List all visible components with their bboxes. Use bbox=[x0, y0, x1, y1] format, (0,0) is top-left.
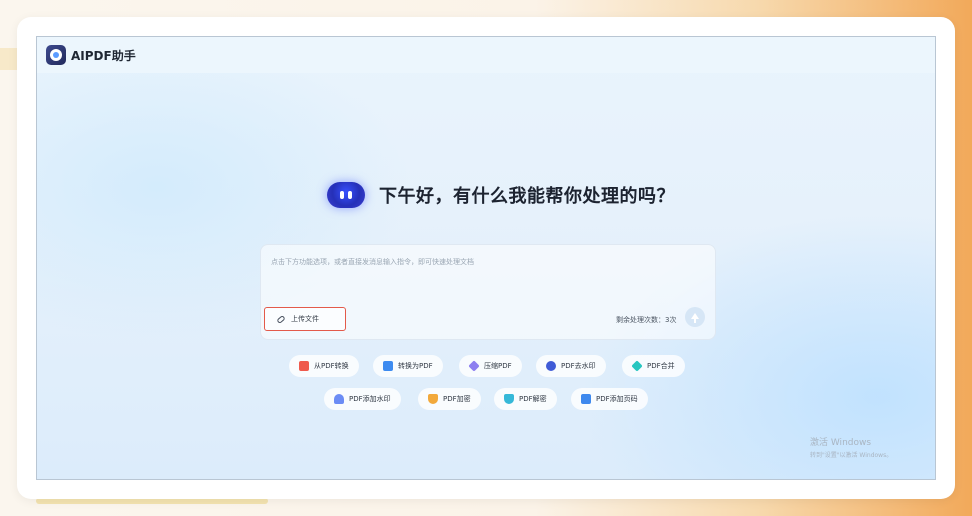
add-page-number-icon bbox=[581, 394, 591, 404]
action-label: PDF添加水印 bbox=[349, 395, 391, 403]
action-pdf-convert-from[interactable]: 从PDF转换 bbox=[289, 355, 359, 377]
action-remove-watermark[interactable]: PDF去水印 bbox=[536, 355, 606, 377]
chat-input-box[interactable]: 点击下方功能选项，或者直接发消息输入指令，即可快速处理文档 上传文件 剩余处理次… bbox=[260, 244, 716, 340]
bot-icon bbox=[327, 182, 365, 208]
action-encrypt-pdf[interactable]: PDF加密 bbox=[418, 388, 481, 410]
pdf-convert-from-icon bbox=[299, 361, 309, 371]
watermark-line2: 转到"设置"以激活 Windows。 bbox=[810, 452, 893, 459]
action-label: PDF添加页码 bbox=[596, 395, 638, 403]
action-label: PDF加密 bbox=[443, 395, 471, 403]
greeting-text: 下午好，有什么我能帮你处理的吗？ bbox=[379, 186, 675, 207]
paperclip-icon bbox=[276, 314, 286, 324]
action-label: PDF合并 bbox=[647, 362, 675, 370]
upload-file-label: 上传文件 bbox=[291, 315, 319, 323]
arrow-up-icon bbox=[691, 313, 699, 323]
action-label: 压缩PDF bbox=[484, 362, 512, 370]
encrypt-pdf-icon bbox=[428, 394, 438, 404]
action-label: 从PDF转换 bbox=[314, 362, 349, 370]
title-bar: AIPDF助手 bbox=[37, 37, 935, 73]
compress-pdf-icon bbox=[468, 360, 480, 372]
remove-watermark-icon bbox=[546, 361, 556, 371]
greeting-row: 下午好，有什么我能帮你处理的吗？ bbox=[327, 182, 675, 208]
aipdf-logo-icon bbox=[46, 45, 66, 65]
watermark-line1: 激活 Windows bbox=[810, 438, 872, 448]
upload-file-button[interactable]: 上传文件 bbox=[264, 307, 346, 331]
action-convert-to-pdf[interactable]: 转换为PDF bbox=[373, 355, 443, 377]
action-add-page-number[interactable]: PDF添加页码 bbox=[571, 388, 648, 410]
app-title: AIPDF助手 bbox=[71, 48, 136, 63]
add-watermark-icon bbox=[334, 394, 344, 404]
windows-activation-watermark: 激活 Windows 转到"设置"以激活 Windows。 bbox=[810, 435, 892, 459]
action-add-watermark[interactable]: PDF添加水印 bbox=[324, 388, 401, 410]
convert-to-pdf-icon bbox=[383, 361, 393, 371]
action-merge-pdf[interactable]: PDF合并 bbox=[622, 355, 685, 377]
action-label: PDF解密 bbox=[519, 395, 547, 403]
action-label: PDF去水印 bbox=[561, 362, 596, 370]
action-compress-pdf[interactable]: 压缩PDF bbox=[459, 355, 522, 377]
chat-input-placeholder[interactable]: 点击下方功能选项，或者直接发消息输入指令，即可快速处理文档 bbox=[271, 257, 474, 267]
send-button[interactable] bbox=[685, 307, 705, 327]
decrypt-pdf-icon bbox=[504, 394, 514, 404]
action-label: 转换为PDF bbox=[398, 362, 433, 370]
action-decrypt-pdf[interactable]: PDF解密 bbox=[494, 388, 557, 410]
merge-pdf-icon bbox=[631, 360, 643, 372]
remaining-count: 剩余处理次数：3次 bbox=[616, 316, 677, 324]
app-window: AIPDF助手 下午好，有什么我能帮你处理的吗？ 点击下方功能选项，或者直接发消… bbox=[36, 36, 936, 480]
